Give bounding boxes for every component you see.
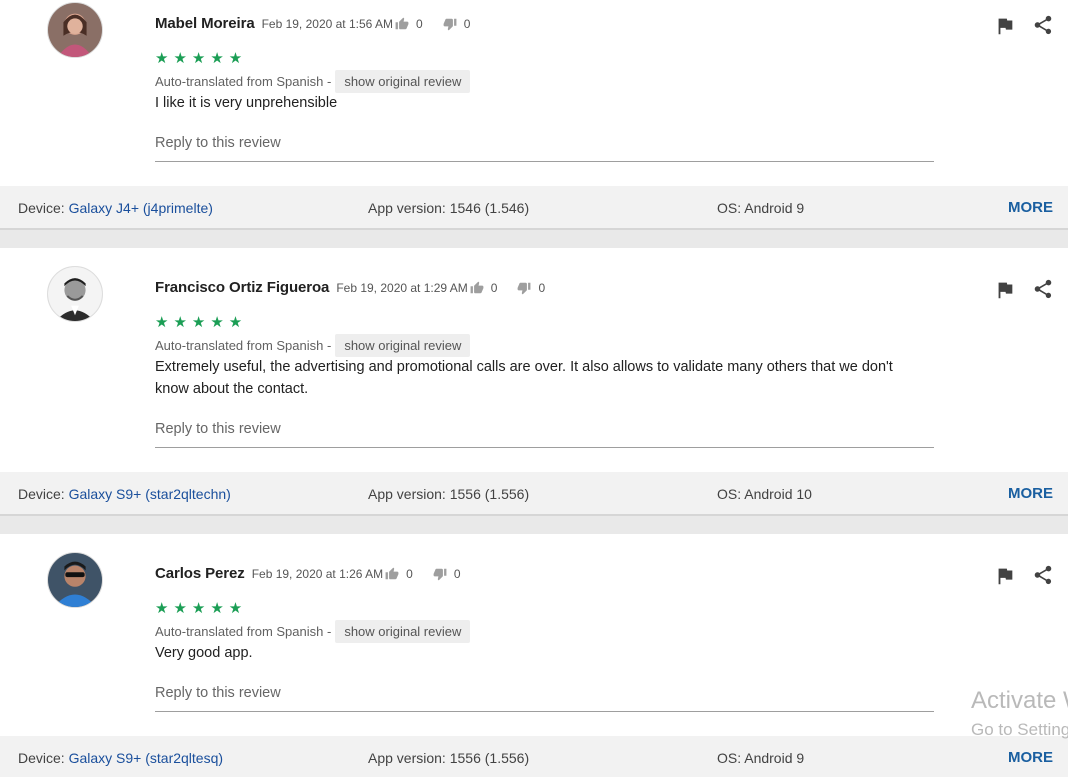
thumbs-up-icon [385, 567, 399, 579]
device-info: Device: Galaxy S9+ (star2qltesq) [18, 750, 223, 766]
review-text: I like it is very unprehensible [155, 95, 338, 111]
device-info-bar: Device: Galaxy S9+ (star2qltesq) App ver… [0, 736, 1068, 777]
review-card: Mabel Moreira Feb 19, 2020 at 1:56 AM 0 … [0, 0, 1068, 186]
show-original-button[interactable]: show original review [335, 70, 471, 93]
flag-icon[interactable] [994, 15, 1016, 37]
review-date: Feb 19, 2020 at 1:56 AM [261, 16, 393, 31]
upvote-button[interactable]: 0 [395, 17, 423, 31]
star-rating: ★★★★★ [155, 600, 248, 617]
show-original-button[interactable]: show original review [335, 620, 471, 643]
translation-notice: Auto-translated from Spanish - show orig… [155, 620, 471, 643]
thumbs-up-icon [470, 281, 484, 293]
downvote-button[interactable]: 0 [433, 567, 461, 581]
downvote-count: 0 [463, 16, 471, 31]
translation-notice: Auto-translated from Spanish - show orig… [155, 334, 471, 357]
app-version: App version: 1556 (1.556) [368, 486, 530, 502]
device-label: Device: [18, 750, 69, 766]
avatar [47, 266, 103, 322]
upvote-button[interactable]: 0 [385, 567, 413, 581]
translated-label: Auto-translated from Spanish - [155, 624, 332, 639]
translated-label: Auto-translated from Spanish - [155, 74, 332, 89]
share-icon[interactable] [1032, 14, 1054, 36]
star-rating: ★★★★★ [155, 314, 248, 331]
review-text: Extremely useful, the advertising and pr… [155, 359, 893, 397]
device-link[interactable]: Galaxy S9+ (star2qltesq) [69, 750, 223, 766]
activation-watermark-subtitle: Go to Settings to activate Windows. [971, 720, 1068, 739]
downvote-count: 0 [453, 566, 461, 581]
review-text: Very good app. [155, 645, 253, 661]
device-info-bar: Device: Galaxy S9+ (star2qltechn) App ve… [0, 472, 1068, 516]
avatar [47, 2, 103, 58]
flag-icon[interactable] [994, 565, 1016, 587]
translated-label: Auto-translated from Spanish - [155, 338, 332, 353]
upvote-count: 0 [416, 16, 423, 31]
more-button[interactable]: MORE [1008, 749, 1053, 766]
device-info: Device: Galaxy S9+ (star2qltechn) [18, 486, 231, 502]
activation-watermark-title: Activate Windows [971, 687, 1068, 714]
author-name: Francisco Ortiz Figueroa [155, 279, 330, 296]
reply-link[interactable]: Reply to this review [155, 421, 934, 448]
upvote-count: 0 [490, 280, 498, 295]
share-icon[interactable] [1032, 278, 1054, 300]
app-version: App version: 1556 (1.556) [368, 750, 530, 766]
more-button[interactable]: MORE [1008, 199, 1053, 216]
review-date: Feb 19, 2020 at 1:26 AM [251, 566, 384, 581]
thumbs-up-icon [395, 17, 409, 29]
os-version: OS: Android 9 [717, 200, 805, 216]
thumbs-down-icon [433, 568, 447, 580]
show-original-button[interactable]: show original review [335, 334, 471, 357]
device-info: Device: Galaxy J4+ (j4primelte) [18, 200, 213, 216]
upvote-button[interactable]: 0 [470, 280, 498, 295]
downvote-button[interactable]: 0 [443, 16, 471, 31]
device-link[interactable]: Galaxy S9+ (star2qltechn) [69, 486, 231, 502]
device-label: Device: [18, 486, 69, 502]
author-name: Mabel Moreira [155, 15, 255, 32]
thumbs-down-icon [518, 282, 531, 294]
review-card: Carlos Perez Feb 19, 2020 at 1:26 AM 0 0… [0, 534, 1068, 736]
star-rating: ★★★★★ [155, 50, 248, 67]
upvote-count: 0 [406, 566, 413, 581]
review-card: Francisco Ortiz Figueroa Feb 19, 2020 at… [0, 248, 1068, 472]
author-name: Carlos Perez [155, 565, 245, 582]
review-date: Feb 19, 2020 at 1:29 AM [336, 280, 468, 295]
reply-link[interactable]: Reply to this review [155, 685, 934, 712]
os-version: OS: Android 9 [717, 750, 805, 766]
avatar [47, 552, 103, 608]
device-link[interactable]: Galaxy J4+ (j4primelte) [69, 200, 213, 216]
app-version: App version: 1546 (1.546) [368, 200, 530, 216]
translation-notice: Auto-translated from Spanish - show orig… [155, 70, 471, 93]
reply-link[interactable]: Reply to this review [155, 135, 934, 162]
os-version: OS: Android 10 [717, 486, 812, 502]
more-button[interactable]: MORE [1008, 485, 1053, 502]
device-info-bar: Device: Galaxy J4+ (j4primelte) App vers… [0, 186, 1068, 230]
share-icon[interactable] [1032, 564, 1054, 586]
downvote-button[interactable]: 0 [517, 281, 545, 295]
flag-icon[interactable] [994, 279, 1016, 301]
thumbs-down-icon [443, 18, 457, 30]
downvote-count: 0 [538, 280, 546, 295]
device-label: Device: [18, 200, 69, 216]
